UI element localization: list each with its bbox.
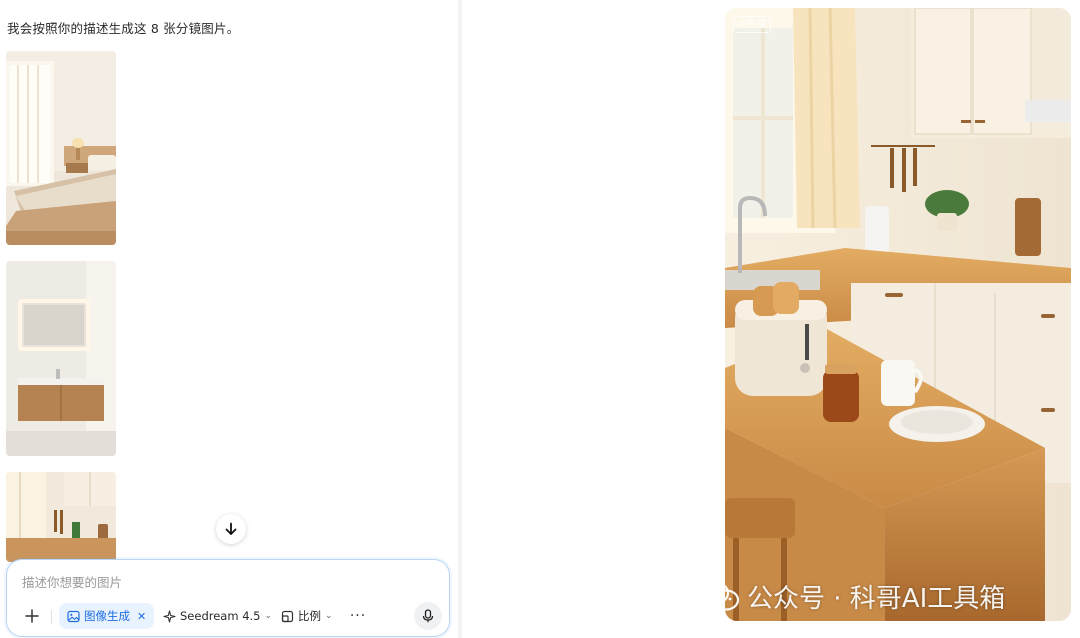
watermark: 公众号 · 科哥AI工具箱 — [697, 578, 1005, 614]
wechat-icon — [698, 580, 740, 611]
image-icon — [67, 610, 80, 622]
plus-icon — [25, 609, 39, 623]
sparkle-icon — [163, 609, 176, 623]
kitchen-thumb-image — [6, 472, 116, 562]
chevron-down-icon: ⌄ — [325, 611, 333, 621]
scroll-down-button[interactable] — [216, 514, 246, 544]
microphone-icon — [422, 609, 434, 623]
chat-panel: 我会按照你的描述生成这 8 张分镜图片。 描述你想要的图片 图像生成 ✕ See… — [0, 0, 460, 638]
chevron-down-icon: ⌄ — [264, 611, 273, 621]
ai-generated-badge: AI生成 — [733, 16, 772, 33]
generated-image-bathroom[interactable] — [6, 261, 116, 456]
generated-image-kitchen-thumb[interactable] — [6, 472, 116, 562]
image-generation-chip[interactable]: 图像生成 ✕ — [59, 603, 155, 629]
bedroom-image — [6, 51, 116, 245]
watermark-text: 公众号 · 科哥AI工具箱 — [747, 583, 1006, 614]
image-generation-label: 图像生成 — [84, 609, 130, 623]
prompt-composer: 图像生成 ✕ Seedream 4.5 ⌄ 比例 ⌄ ··· — [6, 559, 450, 637]
prompt-input[interactable] — [22, 572, 422, 592]
model-selector[interactable]: Seedream 4.5 ⌄ — [159, 603, 276, 629]
aspect-ratio-icon — [281, 610, 294, 622]
assistant-message: 我会按照你的描述生成这 8 张分镜图片。 — [7, 21, 240, 36]
toolbar-divider — [51, 610, 52, 624]
panel-divider[interactable] — [458, 0, 462, 638]
arrow-down-icon — [225, 522, 237, 535]
model-label: Seedream 4.5 — [180, 609, 261, 623]
voice-input-button[interactable] — [414, 602, 442, 630]
image-preview[interactable] — [725, 8, 1071, 621]
more-options-button[interactable]: ··· — [347, 603, 369, 629]
kitchen-preview-image — [725, 8, 1071, 621]
generated-image-bedroom[interactable] — [6, 51, 116, 245]
ratio-selector[interactable]: 比例 ⌄ — [277, 603, 337, 629]
ratio-label: 比例 — [298, 609, 321, 623]
bathroom-image — [6, 261, 116, 456]
add-attachment-button[interactable] — [22, 606, 42, 626]
close-icon[interactable]: ✕ — [137, 610, 146, 623]
composer-toolbar: 图像生成 ✕ Seedream 4.5 ⌄ 比例 ⌄ ··· — [7, 602, 449, 630]
